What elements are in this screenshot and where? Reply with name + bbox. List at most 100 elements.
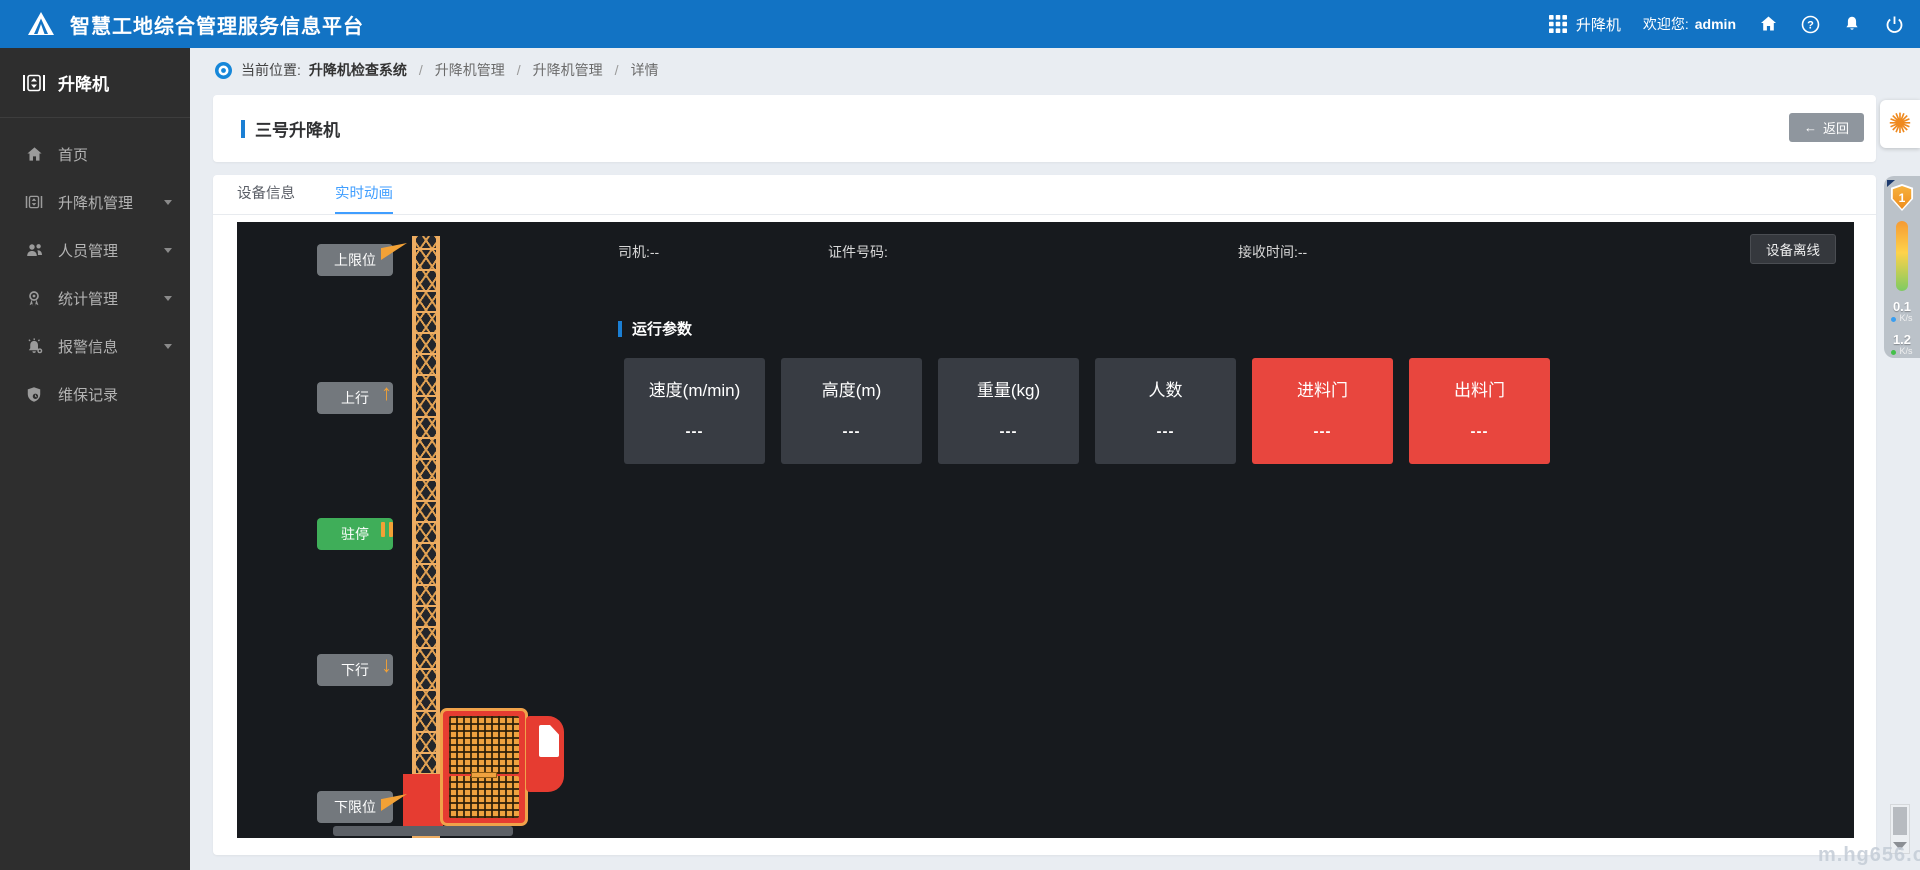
sidebar-item-label: 人员管理 [58,240,118,261]
sidebar-item-label: 首页 [58,144,88,165]
location-pin-icon [214,61,233,80]
param-label: 高度(m) [781,376,922,401]
sidebar-item-label: 升降机管理 [58,192,133,213]
sidebar: 升降机 首页 升降机管理 [0,48,190,870]
shield-badge-icon: 1 [1890,184,1914,211]
stats-icon [24,290,44,307]
sidebar-menu: 首页 升降机管理 [0,118,190,418]
param-card-weight: 重量(kg) --- [938,358,1079,464]
speed-gradient-bar [1896,221,1908,291]
breadcrumb-item[interactable]: 详情 [631,60,659,80]
back-button[interactable]: ← 返回 [1789,113,1864,142]
receive-time-field: 接收时间:-- [1238,242,1307,262]
id-number-field: 证件号码: [828,242,888,262]
cab-window [539,725,559,757]
param-value: --- [1409,423,1550,440]
browser-extension-widget[interactable]: ✺ [1880,100,1920,148]
breadcrumb-separator: / [517,62,521,78]
sidebar-item-alarms[interactable]: 报警信息 [0,322,190,370]
param-label: 速度(m/min) [624,376,765,401]
param-label: 出料门 [1409,376,1550,401]
blue-dot-icon [1891,317,1896,322]
logo-icon [26,11,56,37]
chevron-down-icon [164,200,172,205]
param-cards: 速度(m/min) --- 高度(m) --- 重量(kg) --- 人数 --… [624,358,1550,464]
param-card-inlet-door: 进料门 --- [1252,358,1393,464]
cage-mesh-lower [449,776,519,818]
receive-time-value: -- [1298,244,1307,260]
monitor-info: 司机:-- 证件号码: 接收时间:-- 设备离线 运行参数 速度(m/min) … [618,222,1836,838]
pause-icon [381,522,393,537]
home-icon [24,146,44,163]
lift-icon [24,194,44,210]
sidebar-item-statistics[interactable]: 统计管理 [0,274,190,322]
param-value: --- [938,423,1079,440]
sidebar-item-home[interactable]: 首页 [0,130,190,178]
power-icon[interactable] [1884,14,1904,34]
topbar-actions: 升降机 欢迎您:admin ? [1548,0,1904,48]
watermark-text: m.hg656.com [1818,844,1920,867]
cage-mesh-upper [449,716,519,774]
driver-value: -- [650,244,659,260]
sidebar-item-label: 统计管理 [58,288,118,309]
app-title: 智慧工地综合管理服务信息平台 [70,10,364,39]
elevator-cab-graphic [526,716,564,792]
back-arrow-icon: ← [1804,120,1817,135]
param-value: --- [781,423,922,440]
bell-icon[interactable] [1842,14,1862,34]
section-title-label: 运行参数 [632,318,692,339]
flower-icon: ✺ [1888,110,1911,138]
sidebar-item-label: 维保记录 [58,384,118,405]
param-label: 重量(kg) [938,376,1079,401]
breadcrumb-root: 升降机检查系统 [309,60,407,80]
breadcrumb-item[interactable]: 升降机管理 [435,60,505,80]
breadcrumb-separator: / [419,62,423,78]
chevron-down-icon [164,296,172,301]
breadcrumb-separator: / [615,62,619,78]
sidebar-item-lift-management[interactable]: 升降机管理 [0,178,190,226]
people-icon [24,242,44,258]
elevator-mast-base [403,774,443,832]
param-label: 进料门 [1252,376,1393,401]
param-card-height: 高度(m) --- [781,358,922,464]
welcome-text: 欢迎您:admin [1643,14,1736,34]
chevron-down-icon [164,248,172,253]
apps-grid-icon [1548,14,1568,34]
svg-text:?: ? [1807,19,1814,31]
sidebar-header-label: 升降机 [58,70,109,95]
sidebar-item-maintenance[interactable]: 维保记录 [0,370,190,418]
back-button-label: 返回 [1823,118,1849,137]
detail-card: 设备信息 实时动画 上限位 上行 ↑ 驻停 下行 ↓ 下限位 [213,175,1876,855]
param-card-outlet-door: 出料门 --- [1409,358,1550,464]
flag-icon [381,243,407,260]
flag-icon [381,794,407,811]
elevator-mast-graphic [412,236,440,838]
cage-latch [471,772,497,778]
tab-realtime-animation[interactable]: 实时动画 [335,175,393,214]
breadcrumb-item[interactable]: 升降机管理 [533,60,603,80]
driver-field: 司机:-- [618,242,659,262]
sidebar-item-label: 报警信息 [58,336,118,357]
app-switcher[interactable]: 升降机 [1548,14,1621,35]
scrollbar-thumb[interactable] [1893,807,1907,835]
monitor-panel: 上限位 上行 ↑ 驻停 下行 ↓ 下限位 司机:-- 证件号码: 接收时间:--… [237,222,1854,838]
elevator-cage-graphic [440,708,528,826]
sidebar-item-personnel[interactable]: 人员管理 [0,226,190,274]
speed-readout-down: 0.1 K/s [1891,300,1912,324]
sidebar-header: 升降机 [0,48,190,118]
tab-device-info[interactable]: 设备信息 [237,175,295,214]
home-icon[interactable] [1758,14,1778,34]
help-icon[interactable]: ? [1800,14,1820,34]
page-header-card: 三号升降机 ← 返回 [213,95,1876,162]
shield-icon [24,386,44,403]
param-value: --- [1252,423,1393,440]
page-title: 三号升降机 [255,116,340,141]
device-offline-button[interactable]: 设备离线 [1750,234,1836,264]
arrow-up-icon: ↑ [381,382,392,404]
breadcrumb: 当前位置: 升降机检查系统 / 升降机管理 / 升降机管理 / 详情 [214,60,659,80]
param-card-people-count: 人数 --- [1095,358,1236,464]
title-accent-bar [241,120,245,138]
username: admin [1695,16,1736,32]
lift-icon [22,73,46,93]
download-speed-widget[interactable]: 1 0.1 K/s 1.2 K/s [1884,176,1920,358]
